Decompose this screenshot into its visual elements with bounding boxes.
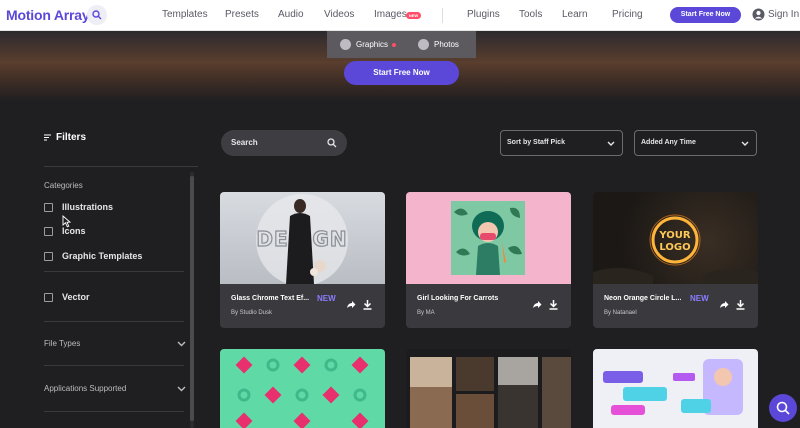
new-badge: NEW bbox=[317, 294, 336, 303]
download-icon[interactable] bbox=[736, 300, 745, 310]
accordion-file-types[interactable]: File Types bbox=[44, 339, 186, 348]
tab-graphics[interactable]: Graphics bbox=[340, 31, 397, 58]
card-title[interactable]: Neon Orange Circle L... bbox=[604, 295, 681, 302]
accordion-applications[interactable]: Applications Supported bbox=[44, 384, 186, 393]
divider bbox=[44, 321, 184, 322]
card-author[interactable]: By MA bbox=[417, 310, 435, 316]
filter-icon bbox=[44, 134, 51, 141]
logo-text-logo: LOGO bbox=[659, 242, 690, 253]
photos-icon bbox=[418, 39, 429, 50]
thumbnail[interactable]: DESIGN bbox=[220, 192, 385, 286]
sort-value: Sort by Staff Pick bbox=[507, 139, 565, 146]
share-icon[interactable] bbox=[532, 300, 542, 309]
checkbox[interactable] bbox=[44, 292, 53, 302]
graphics-icon bbox=[340, 39, 351, 50]
categories-heading: Categories bbox=[44, 181, 83, 190]
checkbox[interactable] bbox=[44, 251, 53, 261]
nav-tools[interactable]: Tools bbox=[519, 9, 542, 20]
nav-audio[interactable]: Audio bbox=[278, 9, 304, 20]
new-dot bbox=[392, 42, 397, 47]
card-title[interactable]: Glass Chrome Text Ef... bbox=[231, 295, 309, 302]
search-icon bbox=[327, 138, 337, 148]
hero-start-free-button[interactable]: Start Free Now bbox=[344, 61, 459, 85]
nav-learn[interactable]: Learn bbox=[562, 9, 588, 20]
checkbox[interactable] bbox=[44, 226, 53, 236]
logo[interactable]: Motion Array bbox=[6, 7, 90, 23]
download-icon[interactable] bbox=[549, 300, 558, 310]
asset-card-thumbnail[interactable] bbox=[406, 349, 571, 428]
new-badge: NEW bbox=[406, 12, 421, 19]
start-free-button[interactable]: Start Free Now bbox=[670, 7, 741, 23]
card-author[interactable]: By Studio Dusk bbox=[231, 310, 272, 316]
search-icon bbox=[776, 401, 790, 415]
chevron-down-icon bbox=[177, 386, 186, 391]
thumbnail-image bbox=[410, 357, 571, 428]
tab-photos[interactable]: Photos bbox=[418, 31, 459, 58]
divider bbox=[44, 365, 184, 366]
nav-videos[interactable]: Videos bbox=[324, 9, 354, 20]
user-icon[interactable] bbox=[752, 8, 765, 21]
divider bbox=[44, 271, 184, 272]
nav-templates[interactable]: Templates bbox=[162, 9, 208, 20]
top-navigation: Motion Array Templates Presets Audio Vid… bbox=[0, 0, 800, 31]
chevron-down-icon bbox=[741, 141, 749, 146]
asset-card-thumbnail[interactable] bbox=[220, 349, 385, 428]
asset-card[interactable]: Girl Looking For Carrots By MA bbox=[406, 192, 571, 328]
card-title[interactable]: Girl Looking For Carrots bbox=[417, 295, 498, 302]
filters-heading: Filters bbox=[44, 132, 86, 143]
share-icon[interactable] bbox=[346, 300, 356, 309]
divider bbox=[44, 166, 198, 167]
filters-title: Filters bbox=[56, 132, 87, 143]
sort-select[interactable]: Sort by Staff Pick bbox=[500, 130, 623, 156]
category-label: Vector bbox=[62, 292, 90, 302]
category-label: Illustrations bbox=[62, 202, 114, 212]
search-label: Search bbox=[231, 138, 258, 147]
card-author[interactable]: By Natanael bbox=[604, 310, 637, 316]
category-subtabs: Graphics Photos bbox=[327, 31, 476, 58]
chevron-down-icon bbox=[177, 341, 186, 346]
accordion-label: File Types bbox=[44, 339, 81, 348]
nav-presets[interactable]: Presets bbox=[225, 9, 259, 20]
thumbnail[interactable] bbox=[406, 192, 571, 284]
thumbnail-image bbox=[235, 356, 369, 428]
checkbox[interactable] bbox=[44, 202, 53, 212]
category-vector[interactable]: Vector bbox=[44, 292, 90, 302]
share-icon[interactable] bbox=[719, 300, 729, 309]
nav-pricing[interactable]: Pricing bbox=[612, 9, 643, 20]
category-illustrations[interactable]: Illustrations bbox=[44, 202, 113, 212]
nav-divider bbox=[442, 8, 443, 23]
tab-photos-label: Photos bbox=[434, 40, 459, 49]
category-graphic-templates[interactable]: Graphic Templates bbox=[44, 251, 142, 261]
thumbnail[interactable]: YOUR LOGO bbox=[593, 192, 758, 284]
sidebar-scrollbar-thumb[interactable] bbox=[190, 176, 194, 421]
tab-graphics-label: Graphics bbox=[356, 40, 389, 49]
new-badge: NEW bbox=[690, 294, 709, 303]
thumbnail-image: YOUR LOGO bbox=[593, 214, 758, 284]
mouse-cursor-icon bbox=[62, 215, 71, 228]
search-input[interactable]: Search bbox=[221, 130, 347, 156]
divider bbox=[44, 411, 184, 412]
asset-card-thumbnail[interactable] bbox=[593, 349, 758, 428]
logo-text-your: YOUR bbox=[658, 230, 691, 241]
chevron-down-icon bbox=[607, 141, 615, 146]
thumbnail-image bbox=[603, 359, 743, 415]
asset-card[interactable]: YOUR LOGO Neon Orange Circle L... NEW By… bbox=[593, 192, 758, 328]
time-value: Added Any Time bbox=[641, 139, 696, 146]
nav-plugins[interactable]: Plugins bbox=[467, 9, 500, 20]
download-icon[interactable] bbox=[363, 300, 372, 310]
thumbnail-image: DESIGN bbox=[256, 194, 348, 286]
sign-in-link[interactable]: Sign In bbox=[768, 9, 799, 20]
nav-images[interactable]: Images bbox=[374, 9, 407, 20]
help-chat-button[interactable] bbox=[769, 394, 797, 422]
category-label: Graphic Templates bbox=[62, 251, 143, 261]
time-select[interactable]: Added Any Time bbox=[634, 130, 757, 156]
search-button[interactable] bbox=[87, 5, 107, 25]
accordion-label: Applications Supported bbox=[44, 384, 127, 393]
asset-card[interactable]: DESIGN Glass Chrome Text Ef... NEW By St… bbox=[220, 192, 385, 328]
search-icon bbox=[92, 10, 102, 20]
thumbnail-image bbox=[451, 201, 525, 275]
